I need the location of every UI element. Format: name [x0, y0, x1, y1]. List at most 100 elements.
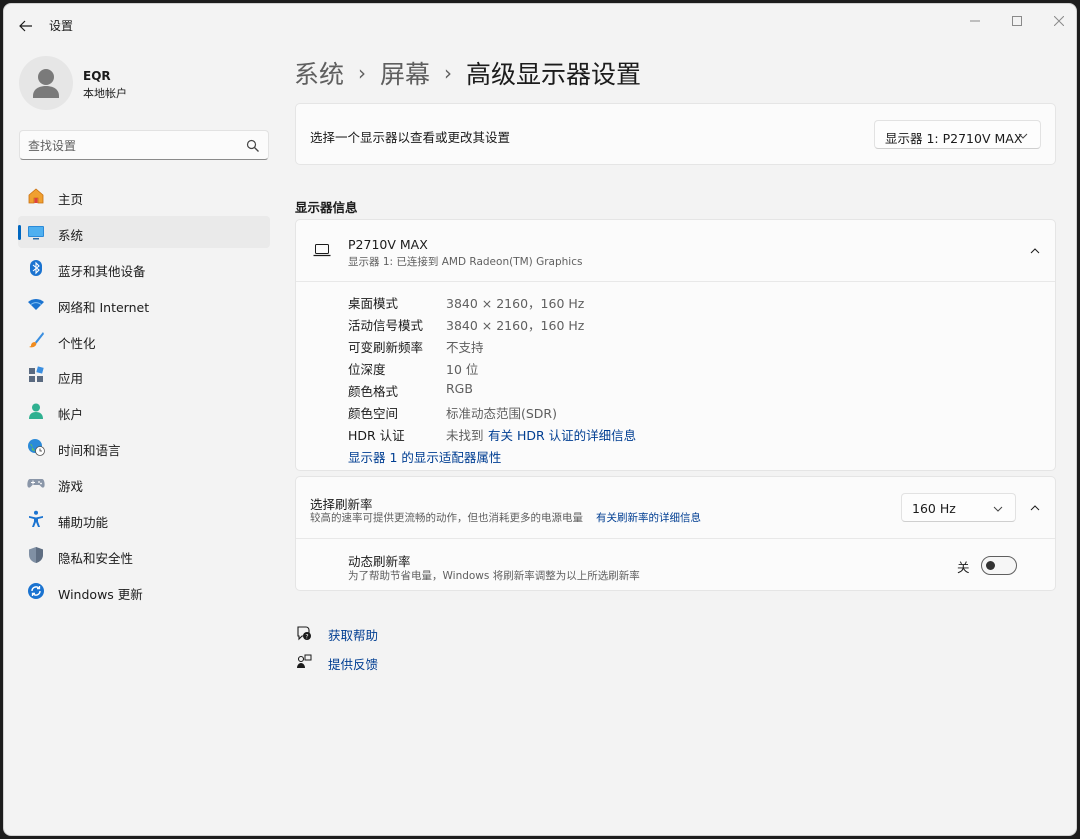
sidebar-item-label: 游戏 — [58, 479, 84, 495]
spec-value: 10 位 — [446, 362, 479, 377]
spec-key: 颜色格式 — [348, 384, 399, 399]
account-icon — [27, 402, 45, 420]
dynamic-refresh-description: 为了帮助节省电量，Windows 将刷新率调整为以上所选刷新率 — [348, 570, 640, 582]
monitor-subtitle: 显示器 1: 已连接到 AMD Radeon(TM) Graphics — [348, 256, 583, 268]
title-bar: 设置 — [4, 4, 1076, 44]
avatar — [19, 56, 73, 110]
chevron-up-icon[interactable] — [1029, 245, 1041, 257]
arrow-left-icon — [19, 20, 32, 32]
search-icon[interactable] — [246, 139, 260, 153]
sidebar-item-label: 网络和 Internet — [58, 299, 150, 315]
sidebar-item-windows-update[interactable]: Windows 更新 — [18, 575, 270, 607]
spec-value: 标准动态范围(SDR) — [446, 406, 557, 421]
refresh-rate-value: 160 Hz — [912, 501, 956, 516]
sidebar-item-accounts[interactable]: 帐户 — [18, 395, 270, 427]
adapter-properties-link[interactable]: 显示器 1 的显示适配器属性 — [348, 447, 501, 466]
sidebar-item-label: 隐私和安全性 — [58, 550, 134, 566]
maximize-icon — [1012, 16, 1022, 26]
page-title: 高级显示器设置 — [466, 60, 642, 89]
user-avatar-icon — [33, 69, 59, 98]
spec-key: HDR 认证 — [348, 428, 405, 443]
sidebar-item-label: 应用 — [58, 371, 84, 387]
sidebar-item-label: 帐户 — [58, 407, 84, 423]
sidebar-item-gaming[interactable]: 游戏 — [18, 467, 270, 499]
back-button[interactable] — [12, 12, 40, 40]
breadcrumb-system[interactable]: 系统 — [294, 55, 344, 91]
minimize-button[interactable] — [953, 8, 997, 34]
dynamic-refresh-toggle[interactable] — [981, 556, 1017, 575]
minimize-icon — [970, 20, 980, 22]
user-profile[interactable]: EQR 本地帐户 — [19, 54, 269, 116]
sidebar-item-label: 时间和语言 — [58, 443, 121, 459]
sidebar-item-time-language[interactable]: 时间和语言 — [18, 431, 270, 463]
sidebar-item-personalization[interactable]: 个性化 — [18, 324, 270, 356]
spec-key: 桌面模式 — [348, 296, 399, 311]
refresh-rate-info-link[interactable]: 有关刷新率的详细信息 — [596, 510, 701, 525]
close-icon — [1054, 16, 1064, 26]
toggle-state-label: 关 — [957, 560, 970, 575]
spec-value: RGB — [446, 381, 473, 396]
dynamic-refresh-row: 动态刷新率 为了帮助节省电量，Windows 将刷新率调整为以上所选刷新率 关 — [296, 539, 1055, 592]
monitor-dropdown[interactable]: 显示器 1: P2710V MAX — [874, 120, 1041, 149]
feedback-row[interactable]: 提供反馈 — [295, 651, 378, 673]
display-info-header[interactable]: P2710V MAX 显示器 1: 已连接到 AMD Radeon(TM) Gr… — [296, 220, 1055, 282]
refresh-rate-dropdown[interactable]: 160 Hz — [901, 493, 1016, 522]
wifi-icon — [27, 295, 45, 313]
sidebar-item-label: 系统 — [58, 227, 84, 243]
feedback-icon — [295, 653, 313, 671]
display-info-card: P2710V MAX 显示器 1: 已连接到 AMD Radeon(TM) Gr… — [295, 219, 1056, 471]
sidebar-nav: 主页 系统 蓝牙和其他设备 网络和 Internet 个性化 应用 帐户 时间和… — [18, 180, 270, 611]
window-title: 设置 — [49, 19, 74, 33]
settings-window: 设置 EQR 本地帐户 查找设置 主页 系统 蓝牙和其他设备 网络和 Inter… — [3, 3, 1077, 836]
breadcrumb-display[interactable]: 屏幕 — [380, 55, 430, 91]
monitor-select-card: 选择一个显示器以查看或更改其设置 显示器 1: P2710V MAX — [295, 103, 1056, 165]
hdr-info-link[interactable]: 有关 HDR 认证的详细信息 — [488, 425, 636, 444]
close-button[interactable] — [1037, 8, 1076, 34]
spec-key: 可变刷新频率 — [348, 340, 424, 355]
get-help-link[interactable]: 获取帮助 — [328, 625, 378, 644]
sidebar-item-accessibility[interactable]: 辅助功能 — [18, 503, 270, 535]
refresh-rate-description: 较高的速率可提供更流畅的动作，但也消耗更多的电源电量 — [310, 512, 583, 524]
shield-icon — [27, 546, 45, 564]
sidebar-item-privacy[interactable]: 隐私和安全性 — [18, 539, 270, 571]
sidebar-item-label: 辅助功能 — [58, 515, 109, 531]
search-input[interactable] — [28, 136, 228, 156]
spec-key: 位深度 — [348, 362, 386, 377]
sidebar-item-bluetooth[interactable]: 蓝牙和其他设备 — [18, 252, 270, 284]
spec-value: 3840 × 2160，160 Hz — [446, 296, 585, 311]
svg-text:?: ? — [305, 634, 308, 641]
apps-icon — [27, 366, 45, 384]
sidebar-item-label: 蓝牙和其他设备 — [58, 263, 146, 279]
globe-clock-icon — [27, 438, 45, 457]
refresh-rate-card: 选择刷新率 较高的速率可提供更流畅的动作，但也消耗更多的电源电量 有关刷新率的详… — [295, 476, 1056, 591]
refresh-rate-header: 选择刷新率 较高的速率可提供更流畅的动作，但也消耗更多的电源电量 有关刷新率的详… — [296, 477, 1055, 539]
sidebar-item-label: 主页 — [58, 192, 84, 207]
monitor-dropdown-value: 显示器 1: P2710V MAX — [885, 131, 1023, 146]
sidebar-item-apps[interactable]: 应用 — [18, 359, 270, 391]
chevron-up-icon[interactable] — [1029, 502, 1041, 514]
feedback-link[interactable]: 提供反馈 — [328, 654, 378, 673]
get-help-row[interactable]: ? 获取帮助 — [295, 622, 378, 644]
sidebar-item-label: Windows 更新 — [58, 586, 143, 602]
chevron-down-icon — [993, 506, 1003, 512]
user-name: EQR — [83, 69, 111, 83]
accessibility-icon — [27, 510, 45, 528]
search-box — [19, 130, 269, 160]
update-icon — [27, 582, 45, 600]
sidebar-item-label: 个性化 — [58, 335, 96, 351]
home-icon — [27, 187, 45, 205]
account-type: 本地帐户 — [83, 87, 127, 100]
sidebar-item-system[interactable]: 系统 — [18, 215, 270, 248]
spec-value: 3840 × 2160，160 Hz — [446, 318, 585, 333]
chevron-right-icon: › — [358, 61, 367, 85]
sidebar-item-home[interactable]: 主页 — [18, 180, 270, 212]
chevron-down-icon — [1018, 133, 1028, 139]
section-title-display-info: 显示器信息 — [295, 200, 358, 215]
spec-value: 未找到 — [446, 428, 484, 443]
spec-value: 不支持 — [446, 340, 484, 355]
bluetooth-icon — [27, 259, 45, 277]
system-icon — [27, 223, 45, 241]
help-icon: ? — [295, 624, 313, 642]
sidebar-item-network[interactable]: 网络和 Internet — [18, 288, 270, 320]
maximize-button[interactable] — [995, 8, 1039, 34]
